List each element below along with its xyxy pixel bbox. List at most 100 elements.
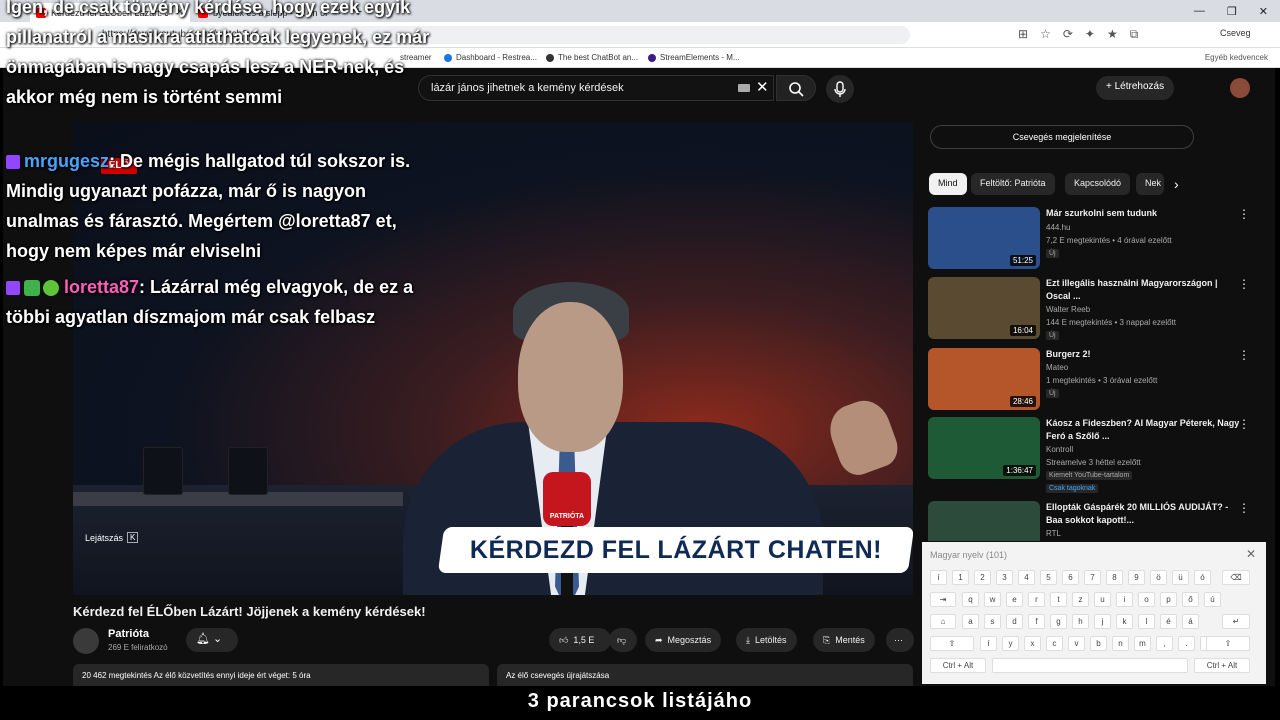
channel-name[interactable]: Walter Reeb bbox=[1046, 305, 1090, 314]
save-button[interactable]: ⎘ Mentés bbox=[813, 628, 875, 652]
channel-name[interactable]: 444.hu bbox=[1046, 223, 1070, 232]
bookmark-item[interactable]: Dashboard - Restrea... bbox=[444, 53, 537, 62]
backspace-key[interactable]: ⌫ bbox=[1222, 570, 1250, 585]
video-title[interactable]: Káosz a Fideszben? AI Magyar Péterek, Na… bbox=[1046, 417, 1242, 443]
clear-search-icon[interactable]: ✕ bbox=[756, 78, 769, 96]
keyboard-key[interactable]: u bbox=[1094, 592, 1111, 607]
video-thumbnail[interactable]: 28:46 bbox=[928, 348, 1040, 410]
other-favorites[interactable]: Egyéb kedvencek bbox=[1205, 53, 1268, 62]
recommendation-item[interactable]: 1:36:47 Káosz a Fideszben? AI Magyar Pét… bbox=[928, 417, 1258, 497]
keyboard-key[interactable]: á bbox=[1182, 614, 1199, 629]
like-button[interactable]: 👍︎ 1,5 E bbox=[549, 628, 611, 652]
keyboard-key[interactable]: 1 bbox=[952, 570, 969, 585]
keyboard-key[interactable]: w bbox=[984, 592, 1001, 607]
tab-key[interactable]: ⇥ bbox=[930, 592, 956, 607]
keyboard-key[interactable]: 5 bbox=[1040, 570, 1057, 585]
maximize-icon[interactable]: ❐ bbox=[1227, 5, 1237, 18]
keyboard-key[interactable]: 6 bbox=[1062, 570, 1079, 585]
video-thumbnail[interactable]: 16:04 bbox=[928, 277, 1040, 339]
favorites-icon[interactable]: ★ bbox=[1107, 27, 1118, 42]
keyboard-key[interactable]: , bbox=[1156, 636, 1173, 651]
voice-search-button[interactable] bbox=[826, 75, 854, 103]
close-window-icon[interactable]: ✕ bbox=[1259, 5, 1268, 18]
keyboard-key[interactable]: í bbox=[980, 636, 997, 651]
share-button[interactable]: ➦ Megosztás bbox=[645, 628, 722, 652]
recommendation-item[interactable]: Ellopták Gáspárék 20 MILLIÓS AUDIJÁT? - … bbox=[928, 501, 1258, 541]
search-button[interactable] bbox=[776, 75, 816, 101]
keyboard-key[interactable]: z bbox=[1072, 592, 1089, 607]
space-key[interactable] bbox=[992, 658, 1188, 673]
keyboard-key[interactable]: é bbox=[1160, 614, 1177, 629]
keyboard-key[interactable]: ü bbox=[1172, 570, 1189, 585]
keyboard-key[interactable]: p bbox=[1160, 592, 1177, 607]
show-chat-button[interactable]: Csevegés megjelenítése bbox=[930, 125, 1194, 149]
search-input[interactable]: lázár jános jihetnek a kemény kérdések bbox=[418, 75, 774, 101]
keyboard-key[interactable]: b bbox=[1090, 636, 1107, 651]
copilot-button[interactable]: Cseveg bbox=[1220, 28, 1251, 38]
keyboard-key[interactable]: l bbox=[1138, 614, 1155, 629]
more-vert-icon[interactable]: ⋮ bbox=[1238, 207, 1250, 221]
keyboard-key[interactable]: o bbox=[1138, 592, 1155, 607]
keyboard-key[interactable]: v bbox=[1068, 636, 1085, 651]
enter-key[interactable]: ↵ bbox=[1222, 614, 1250, 629]
more-vert-icon[interactable]: ⋮ bbox=[1238, 277, 1250, 291]
recommendation-item[interactable]: 28:46 Burgerz 2! Mateo 1 megtekintés • 3… bbox=[928, 348, 1258, 414]
keyboard-key[interactable]: 7 bbox=[1084, 570, 1101, 585]
keyboard-key[interactable]: í bbox=[930, 570, 947, 585]
keyboard-key[interactable]: ó bbox=[1194, 570, 1211, 585]
keyboard-key[interactable]: j bbox=[1094, 614, 1111, 629]
favorite-star-icon[interactable]: ☆ bbox=[1040, 27, 1051, 42]
channel-name[interactable]: Kontroll bbox=[1046, 445, 1073, 454]
home-key[interactable]: ⌂ bbox=[930, 614, 956, 629]
keyboard-key[interactable]: f bbox=[1028, 614, 1045, 629]
refresh-icon[interactable]: ⟳ bbox=[1063, 27, 1073, 42]
keyboard-key[interactable]: r bbox=[1028, 592, 1045, 607]
description-box[interactable]: 20 462 megtekintés Az élő közvetítés enn… bbox=[73, 664, 489, 686]
reader-icon[interactable]: ⊞ bbox=[1018, 27, 1028, 42]
chevron-right-icon[interactable]: › bbox=[1174, 176, 1179, 192]
channel-name[interactable]: Mateo bbox=[1046, 363, 1068, 372]
keyboard-key[interactable]: c bbox=[1046, 636, 1063, 651]
keyboard-key[interactable]: d bbox=[1006, 614, 1023, 629]
video-thumbnail[interactable] bbox=[928, 501, 1040, 541]
keyboard-key[interactable]: y bbox=[1002, 636, 1019, 651]
keyboard-icon[interactable] bbox=[738, 84, 750, 92]
channel-name[interactable]: Patrióta bbox=[108, 628, 149, 640]
chip-all[interactable]: Mind bbox=[929, 173, 967, 195]
create-button[interactable]: + Létrehozás bbox=[1096, 76, 1175, 100]
ctrl-alt-left-key[interactable]: Ctrl + Alt bbox=[930, 658, 986, 673]
shift-right-key[interactable]: ⇧ bbox=[1206, 636, 1250, 651]
video-thumbnail[interactable]: 1:36:47 bbox=[928, 417, 1040, 479]
keyboard-key[interactable]: k bbox=[1116, 614, 1133, 629]
more-vert-icon[interactable]: ⋮ bbox=[1238, 348, 1250, 362]
keyboard-key[interactable]: q bbox=[962, 592, 979, 607]
chip-other[interactable]: Nek bbox=[1136, 173, 1164, 195]
video-title[interactable]: Ezt illegális használni Magyarországon |… bbox=[1046, 277, 1242, 303]
keyboard-key[interactable]: t bbox=[1050, 592, 1067, 607]
keyboard-key[interactable]: ú bbox=[1204, 592, 1221, 607]
chip-related[interactable]: Kapcsolódó bbox=[1065, 173, 1131, 195]
more-vert-icon[interactable]: ⋮ bbox=[1238, 417, 1250, 431]
channel-name[interactable]: RTL bbox=[1046, 529, 1061, 538]
notification-bell-button[interactable]: 🔔︎ ⌄ bbox=[186, 628, 238, 652]
minimize-icon[interactable]: — bbox=[1194, 5, 1205, 17]
keyboard-key[interactable]: n bbox=[1112, 636, 1129, 651]
chat-replay-box[interactable]: Az élő csevegés újrajátszása bbox=[497, 664, 913, 686]
channel-avatar[interactable] bbox=[73, 628, 99, 654]
avatar[interactable] bbox=[1230, 78, 1250, 98]
video-title[interactable]: Burgerz 2! bbox=[1046, 348, 1242, 361]
keyboard-key[interactable]: 9 bbox=[1128, 570, 1145, 585]
keyboard-key[interactable]: 4 bbox=[1018, 570, 1035, 585]
keyboard-key[interactable]: g bbox=[1050, 614, 1067, 629]
more-actions-button[interactable]: ⋯ bbox=[886, 628, 914, 652]
keyboard-key[interactable]: s bbox=[984, 614, 1001, 629]
keyboard-key[interactable]: a bbox=[962, 614, 979, 629]
video-thumbnail[interactable]: 51:25 bbox=[928, 207, 1040, 269]
close-icon[interactable]: ✕ bbox=[1246, 547, 1256, 561]
keyboard-key[interactable]: 3 bbox=[996, 570, 1013, 585]
ctrl-alt-right-key[interactable]: Ctrl + Alt bbox=[1194, 658, 1250, 673]
keyboard-key[interactable]: ő bbox=[1182, 592, 1199, 607]
shift-left-key[interactable]: ⇧ bbox=[930, 636, 974, 651]
keyboard-key[interactable]: h bbox=[1072, 614, 1089, 629]
download-button[interactable]: ⤓ Letöltés bbox=[736, 628, 797, 652]
